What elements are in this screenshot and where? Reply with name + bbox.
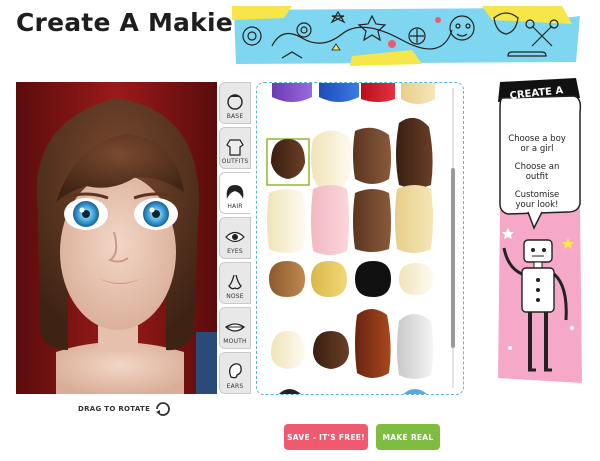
hair-swatch[interactable] bbox=[355, 261, 391, 297]
mouth-icon bbox=[224, 323, 246, 332]
hair-swatch[interactable] bbox=[271, 331, 305, 369]
tab-mouth[interactable]: MOUTH bbox=[219, 307, 251, 349]
hair-icon bbox=[226, 185, 244, 199]
tab-nose[interactable]: NOSE bbox=[219, 262, 251, 304]
rotate-hint-label: DRAG TO ROTATE bbox=[78, 405, 151, 413]
hair-swatch[interactable] bbox=[397, 314, 433, 379]
hair-picker bbox=[256, 82, 464, 395]
tab-base-label: BASE bbox=[226, 113, 244, 120]
tab-mouth-label: MOUTH bbox=[223, 338, 247, 345]
hair-swatch[interactable] bbox=[311, 185, 349, 255]
category-tabs: BASE OUTFITS HAIR EYES NOSE MOUTH EARS bbox=[219, 82, 251, 396]
hair-swatch[interactable] bbox=[311, 261, 347, 297]
hair-swatch[interactable] bbox=[272, 83, 312, 102]
hair-swatch[interactable] bbox=[355, 309, 391, 378]
page-title: Create A Makie! bbox=[16, 8, 245, 37]
makie-character-render bbox=[16, 82, 217, 394]
tab-base[interactable]: BASE bbox=[219, 82, 251, 124]
hair-swatch[interactable] bbox=[319, 83, 359, 102]
tab-ears-label: EARS bbox=[226, 383, 244, 390]
how-it-works-panel bbox=[488, 78, 584, 383]
drag-to-rotate-hint[interactable]: DRAG TO ROTATE bbox=[78, 400, 172, 418]
tab-hair[interactable]: HAIR bbox=[219, 172, 251, 214]
hair-swatch[interactable] bbox=[396, 117, 433, 188]
hair-swatch[interactable] bbox=[399, 263, 433, 295]
hair-swatch[interactable] bbox=[353, 189, 391, 252]
tab-ears[interactable]: EARS bbox=[219, 352, 251, 394]
step-choose-gender: Choose a boy or a girl bbox=[508, 134, 566, 154]
hair-swatch[interactable] bbox=[271, 139, 305, 179]
tab-outfits-label: OUTFITS bbox=[221, 158, 249, 165]
robot-mascot-illustration bbox=[498, 78, 582, 383]
hair-swatch[interactable] bbox=[311, 130, 352, 193]
tab-eyes-label: EYES bbox=[227, 248, 243, 255]
scrollbar-thumb[interactable] bbox=[451, 168, 455, 348]
hair-swatch-grid bbox=[266, 83, 435, 394]
eye-icon bbox=[225, 231, 245, 243]
hair-swatch[interactable] bbox=[267, 189, 305, 253]
ear-icon bbox=[229, 363, 242, 379]
hair-picker-scrollbar[interactable] bbox=[449, 88, 457, 388]
doodle-banner bbox=[232, 6, 580, 66]
tab-eyes[interactable]: EYES bbox=[219, 217, 251, 259]
tab-hair-label: HAIR bbox=[227, 203, 243, 210]
tab-nose-label: NOSE bbox=[226, 293, 244, 300]
hair-swatch[interactable] bbox=[361, 83, 395, 102]
save-button[interactable]: SAVE - IT'S FREE! bbox=[284, 424, 368, 450]
make-real-button[interactable]: MAKE REAL bbox=[376, 424, 440, 450]
tab-outfits[interactable]: OUTFITS bbox=[219, 127, 251, 169]
makie-preview[interactable] bbox=[16, 82, 217, 394]
outfit-icon bbox=[226, 139, 244, 156]
nose-icon bbox=[228, 274, 242, 290]
step-choose-outfit: Choose an outfit bbox=[514, 162, 560, 182]
step-customise-look: Customise your look! bbox=[514, 190, 560, 210]
hair-swatch[interactable] bbox=[269, 261, 305, 297]
hair-swatch[interactable] bbox=[401, 83, 435, 104]
base-head-icon bbox=[227, 94, 243, 110]
rotate-icon bbox=[156, 402, 171, 416]
hair-swatch[interactable] bbox=[395, 185, 433, 253]
hair-swatch[interactable] bbox=[353, 127, 391, 184]
hair-swatch[interactable] bbox=[313, 331, 349, 369]
